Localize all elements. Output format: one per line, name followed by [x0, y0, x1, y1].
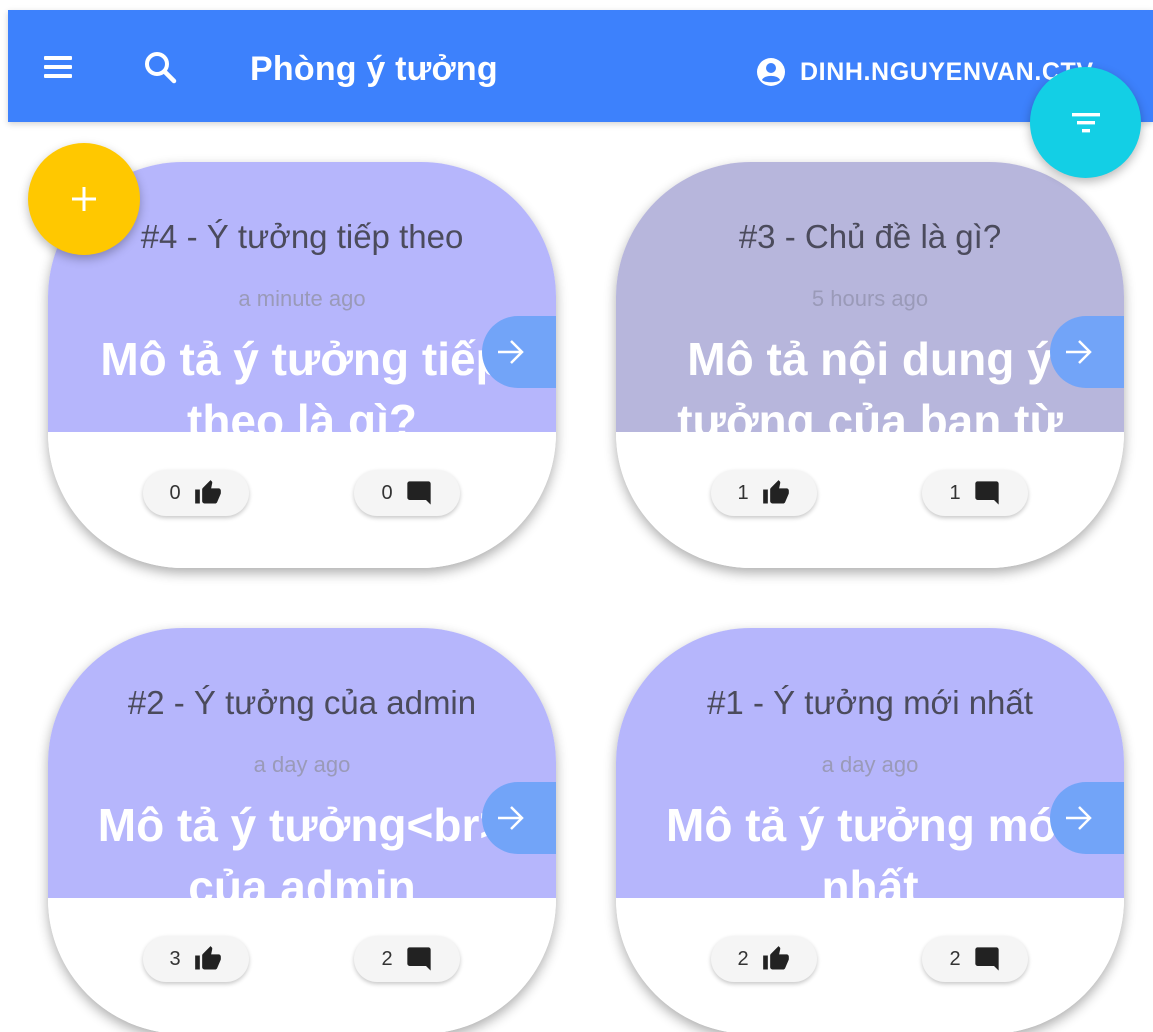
comment-button[interactable]: 1 — [922, 470, 1028, 516]
comment-icon — [974, 947, 999, 971]
idea-time: a day ago — [821, 752, 919, 777]
thumb-up-icon — [194, 946, 221, 970]
idea-description: Mô tả nội dung ý tưởng của bạn từ — [677, 333, 1063, 432]
menu-icon[interactable] — [44, 52, 84, 86]
comment-icon — [974, 481, 999, 505]
like-count: 3 — [169, 947, 181, 970]
like-count: 2 — [737, 947, 749, 970]
filter-button[interactable] — [1030, 67, 1141, 178]
comment-icon — [406, 481, 431, 505]
idea-time: a day ago — [253, 752, 351, 777]
idea-card-actions: 2 2 — [616, 898, 1124, 1032]
idea-card-header: #2 - Ý tưởng của admin a day ago Mô tả ý… — [48, 628, 556, 898]
idea-title: #1 - Ý tưởng mới nhất — [707, 684, 1033, 721]
idea-card[interactable]: #3 - Chủ đề là gì? 5 hours ago Mô tả nội… — [616, 162, 1124, 568]
add-idea-button[interactable] — [28, 143, 140, 255]
idea-description: Mô tả ý tưởng tiếp theo là gì? — [100, 333, 504, 432]
like-button[interactable]: 1 — [711, 470, 817, 516]
comment-icon — [406, 947, 431, 971]
idea-card-actions: 0 0 — [48, 432, 556, 568]
like-button[interactable]: 3 — [143, 936, 249, 982]
idea-title: #2 - Ý tưởng của admin — [127, 684, 477, 721]
idea-room-page: Phòng ý tưởng DINH.NGUYENVAN.CTV #4 - Ý … — [0, 0, 1153, 1032]
idea-card-header: #3 - Chủ đề là gì? 5 hours ago Mô tả nội… — [616, 162, 1124, 432]
comment-button[interactable]: 2 — [354, 936, 460, 982]
like-button[interactable]: 0 — [143, 470, 249, 516]
comment-button[interactable]: 0 — [354, 470, 460, 516]
account-circle-icon — [757, 58, 785, 86]
thumb-up-icon — [194, 480, 221, 504]
idea-card[interactable]: #1 - Ý tưởng mới nhất a day ago Mô tả ý … — [616, 628, 1124, 1032]
idea-title: #3 - Chủ đề là gì? — [738, 218, 1002, 255]
filter-icon — [1071, 112, 1100, 132]
idea-time: a minute ago — [238, 286, 366, 311]
plus-icon — [72, 187, 96, 211]
arrow-right-icon — [498, 806, 524, 830]
idea-card[interactable]: #2 - Ý tưởng của admin a day ago Mô tả ý… — [48, 628, 556, 1032]
comment-button[interactable]: 2 — [922, 936, 1028, 982]
like-button[interactable]: 2 — [711, 936, 817, 982]
open-idea-button[interactable] — [1050, 316, 1124, 388]
top-app-bar: Phòng ý tưởng DINH.NGUYENVAN.CTV — [8, 10, 1153, 122]
idea-time: 5 hours ago — [811, 286, 929, 311]
thumb-up-icon — [762, 946, 789, 970]
idea-description: Mô tả ý tưởng<br> của admin — [97, 799, 507, 898]
comment-count: 1 — [949, 481, 961, 504]
arrow-right-icon — [1066, 340, 1092, 364]
comment-count: 0 — [381, 481, 393, 504]
like-count: 0 — [169, 481, 181, 504]
open-idea-button[interactable] — [482, 316, 556, 388]
arrow-right-icon — [1066, 806, 1092, 830]
idea-card-actions: 1 1 — [616, 432, 1124, 568]
idea-description: Mô tả ý tưởng mới nhất — [666, 799, 1074, 898]
open-idea-button[interactable] — [482, 782, 556, 854]
comment-count: 2 — [949, 947, 961, 970]
idea-card-actions: 3 2 — [48, 898, 556, 1032]
idea-card-header: #1 - Ý tưởng mới nhất a day ago Mô tả ý … — [616, 628, 1124, 898]
arrow-right-icon — [498, 340, 524, 364]
open-idea-button[interactable] — [1050, 782, 1124, 854]
search-icon[interactable] — [140, 48, 184, 92]
page-title: Phòng ý tưởng — [250, 50, 498, 88]
like-count: 1 — [737, 481, 749, 504]
comment-count: 2 — [381, 947, 393, 970]
thumb-up-icon — [762, 480, 789, 504]
